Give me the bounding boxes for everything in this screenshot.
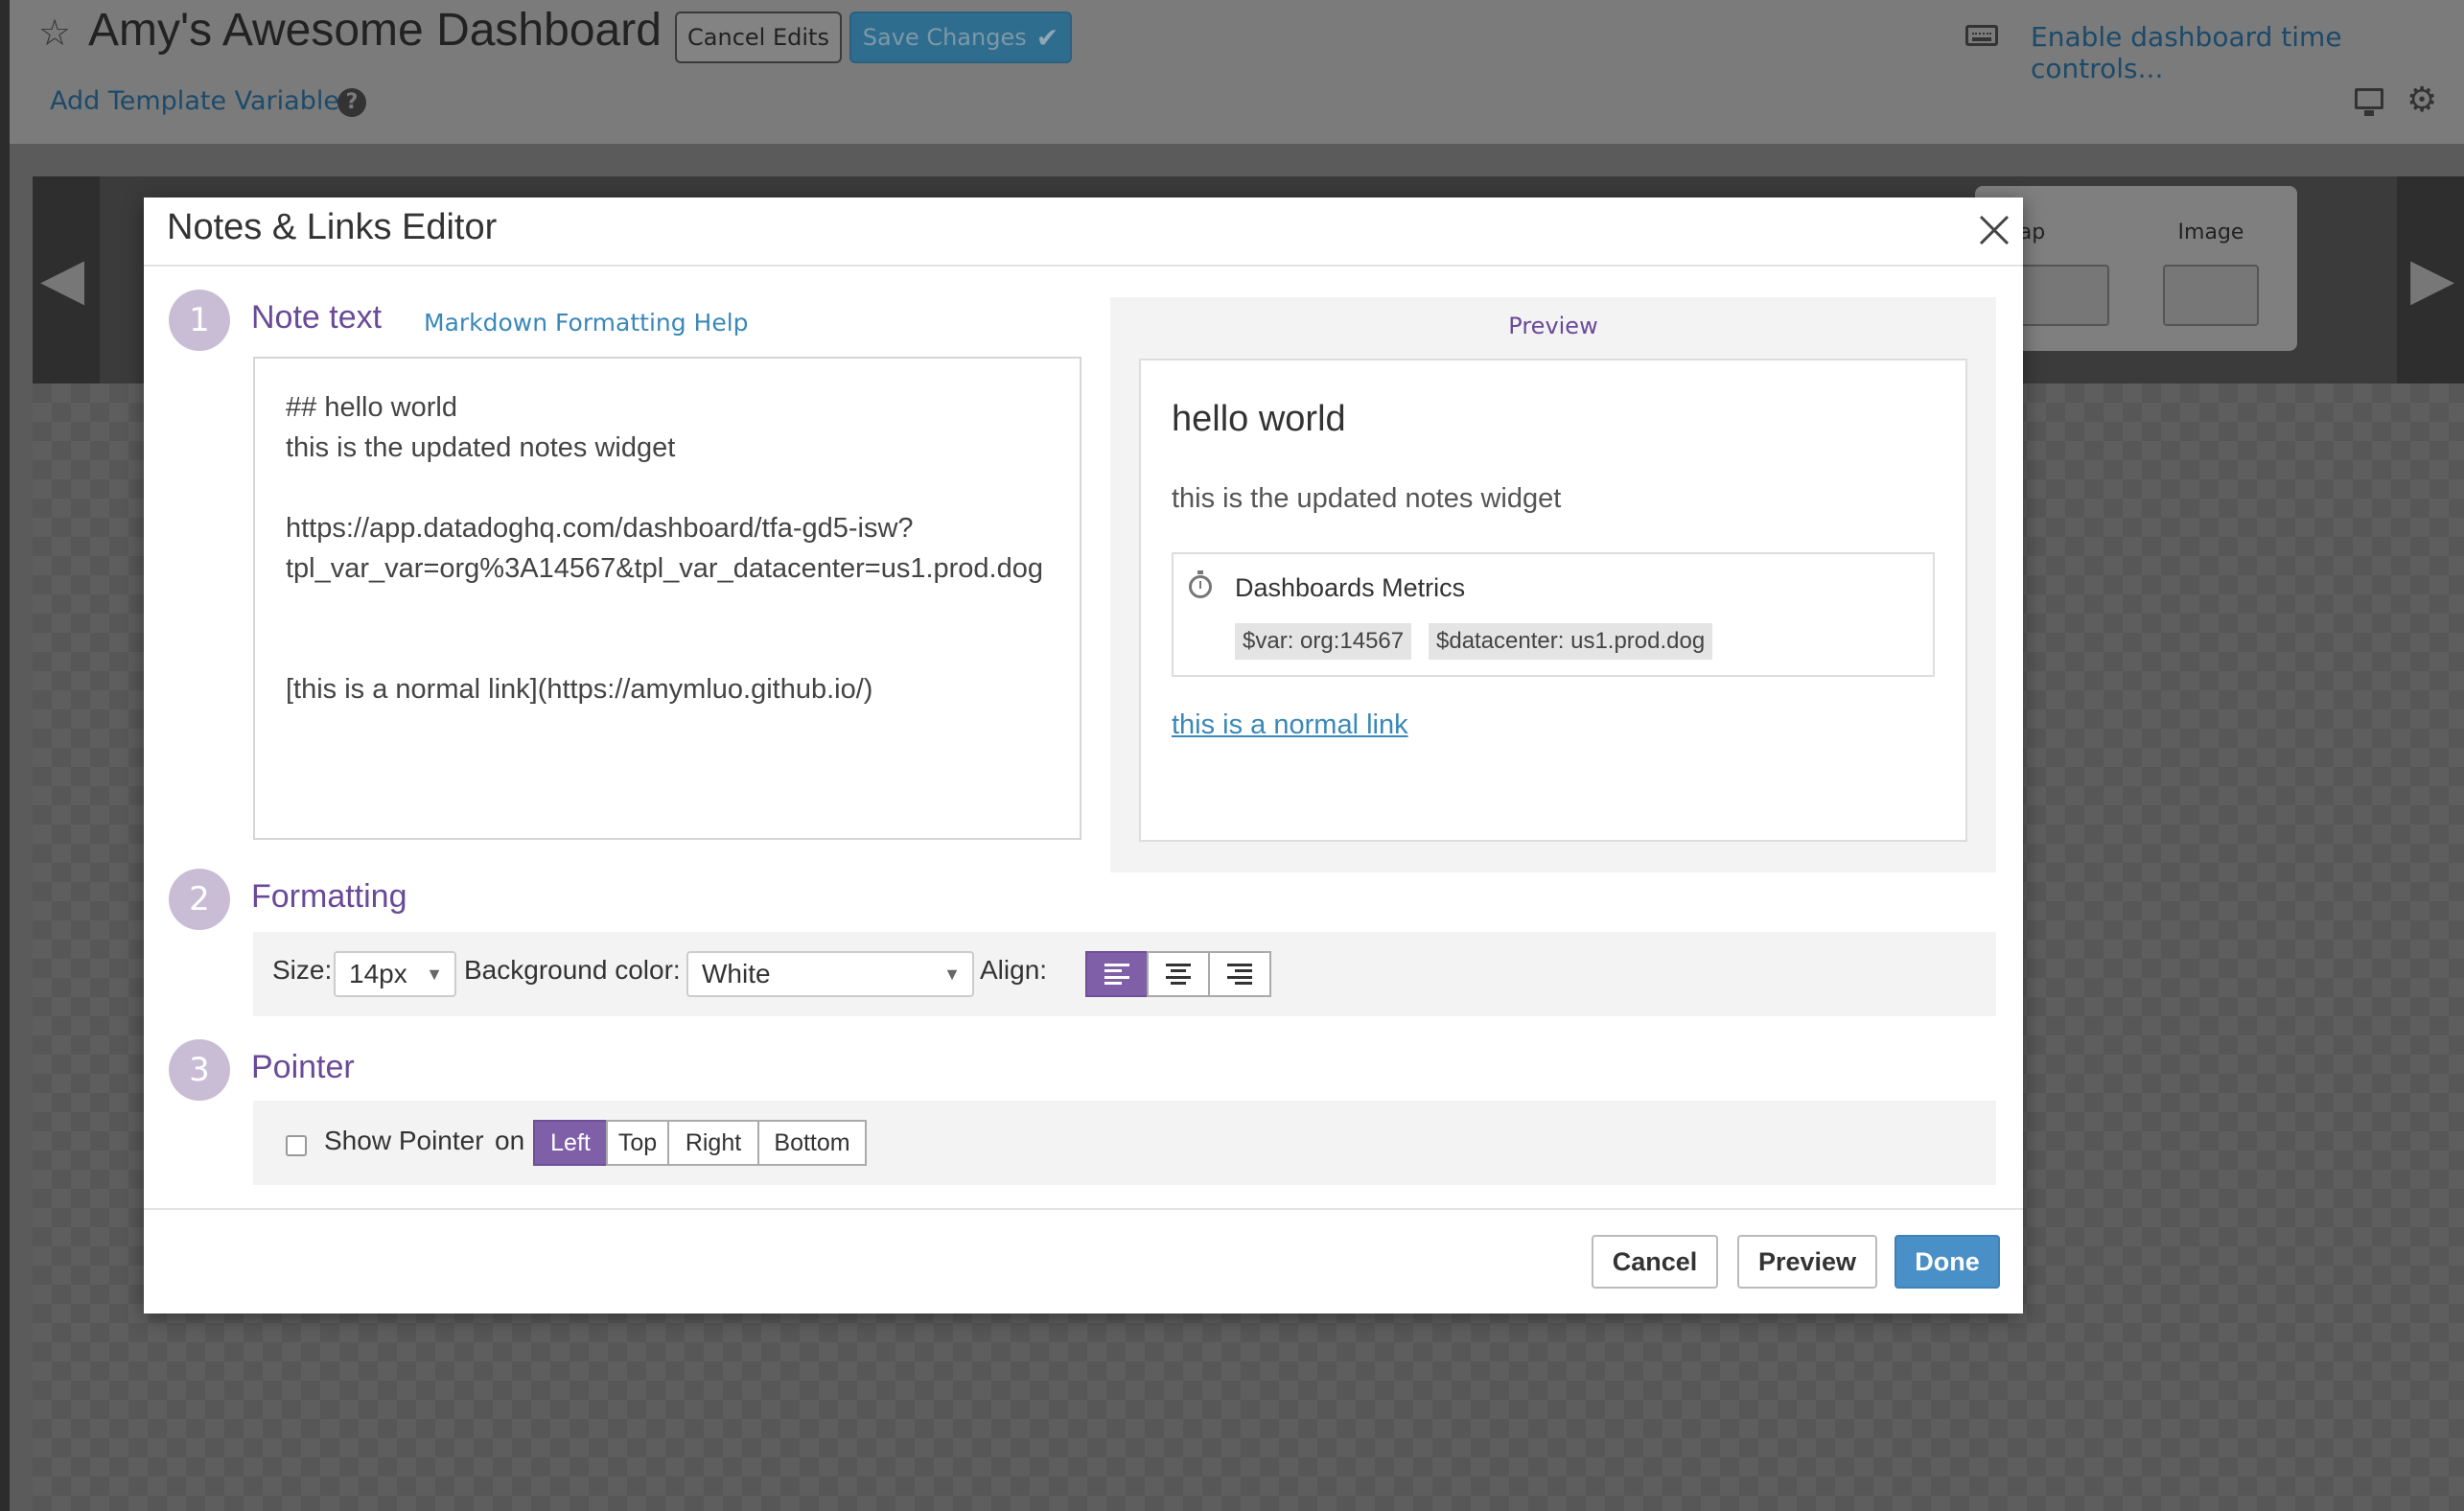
pointer-top-button[interactable]: Top bbox=[606, 1120, 669, 1166]
size-select[interactable]: 14px ▼ bbox=[334, 951, 456, 997]
template-var-tag: $datacenter: us1.prod.dog bbox=[1429, 623, 1713, 660]
align-left-button[interactable] bbox=[1085, 951, 1149, 997]
tray-left-arrow[interactable]: ◀ bbox=[33, 176, 100, 384]
size-value: 14px bbox=[349, 959, 407, 988]
dashboard-link-card[interactable]: Dashboards Metrics $var: org:14567 $data… bbox=[1172, 552, 1935, 677]
left-rail bbox=[0, 0, 10, 1511]
pointer-bar: Show Pointer on Left Top Right Bottom bbox=[253, 1101, 1996, 1185]
background-color-label: Background color: bbox=[464, 955, 681, 985]
chevron-down-icon: ▼ bbox=[426, 965, 443, 984]
chevron-right-icon: ▶ bbox=[2410, 245, 2455, 313]
modal-title: Notes & Links Editor bbox=[167, 207, 498, 247]
background-color-value: White bbox=[702, 959, 771, 988]
done-label: Done bbox=[1915, 1246, 1980, 1276]
step-title-note-text: Note text bbox=[251, 299, 383, 336]
size-label: Size: bbox=[272, 955, 333, 985]
cancel-edits-label: Cancel Edits bbox=[687, 24, 829, 51]
note-text-input[interactable]: ## hello world this is the updated notes… bbox=[253, 357, 1081, 840]
done-button[interactable]: Done bbox=[1894, 1235, 2000, 1289]
align-center-icon bbox=[1166, 964, 1191, 985]
widget-tile-image[interactable]: Image bbox=[2125, 186, 2297, 351]
keyboard-icon[interactable] bbox=[1965, 25, 1998, 46]
save-changes-label: Save Changes bbox=[862, 24, 1027, 51]
add-template-variables-link[interactable]: Add Template Variables bbox=[50, 86, 353, 116]
dashboard-title: Amy's Awesome Dashboard bbox=[88, 5, 662, 56]
check-icon: ✔ bbox=[1035, 21, 1059, 54]
pointer-left-button[interactable]: Left bbox=[533, 1120, 608, 1166]
save-changes-button[interactable]: Save Changes ✔ bbox=[849, 12, 1072, 63]
align-right-button[interactable] bbox=[1208, 951, 1271, 997]
align-right-icon bbox=[1227, 964, 1252, 985]
tile-label: Image bbox=[2177, 221, 2244, 244]
align-center-button[interactable] bbox=[1147, 951, 1210, 997]
chevron-down-icon: ▼ bbox=[943, 965, 961, 984]
gear-icon[interactable]: ⚙ bbox=[2406, 81, 2437, 120]
notes-links-editor-modal: Notes & Links Editor 1 Note text Markdow… bbox=[144, 198, 2023, 1313]
align-left-icon bbox=[1104, 964, 1129, 985]
step-number: 2 bbox=[169, 869, 230, 930]
image-icon bbox=[2163, 265, 2259, 326]
star-icon[interactable]: ☆ bbox=[38, 12, 71, 54]
cancel-edits-button[interactable]: Cancel Edits bbox=[675, 12, 842, 63]
step-title-pointer: Pointer bbox=[251, 1049, 355, 1085]
time-controls-link[interactable]: Enable dashboard time controls... bbox=[2031, 21, 2464, 84]
divider bbox=[144, 1208, 2023, 1210]
pointer-right-button[interactable]: Right bbox=[667, 1120, 759, 1166]
pointer-bottom-label: Bottom bbox=[774, 1128, 850, 1156]
formatting-bar: Size: 14px ▼ Background color: White ▼ Ali… bbox=[253, 932, 1996, 1016]
monitor-icon[interactable] bbox=[2355, 88, 2383, 116]
preview-body: this is the updated notes widget bbox=[1172, 483, 1562, 514]
preview-link[interactable]: this is a normal link bbox=[1172, 709, 1408, 741]
stopwatch-icon bbox=[1189, 570, 1212, 598]
preview-label: Preview bbox=[1508, 313, 1598, 339]
align-label: Align: bbox=[980, 955, 1048, 985]
on-label: on bbox=[495, 1126, 525, 1155]
step-title-formatting: Formatting bbox=[251, 878, 407, 915]
pointer-bottom-button[interactable]: Bottom bbox=[757, 1120, 867, 1166]
chevron-left-icon: ◀ bbox=[40, 245, 85, 313]
help-icon[interactable]: ? bbox=[337, 88, 366, 117]
preview-heading: hello world bbox=[1172, 399, 1346, 439]
show-pointer-label: Show Pointer bbox=[324, 1126, 484, 1155]
step-number: 1 bbox=[169, 290, 230, 351]
background-color-select[interactable]: White ▼ bbox=[686, 951, 974, 997]
preview-label: Preview bbox=[1757, 1246, 1857, 1276]
pointer-left-label: Left bbox=[550, 1128, 591, 1156]
card-title: Dashboards Metrics bbox=[1235, 573, 1466, 602]
preview-box: hello world this is the updated notes wi… bbox=[1139, 359, 1967, 842]
pointer-right-label: Right bbox=[685, 1128, 742, 1156]
dashboard-header: ☆ Amy's Awesome Dashboard Cancel Edits S… bbox=[10, 0, 2464, 144]
markdown-help-link[interactable]: Markdown Formatting Help bbox=[424, 309, 749, 337]
cancel-label: Cancel bbox=[1612, 1246, 1698, 1276]
close-icon[interactable] bbox=[1973, 209, 2015, 251]
show-pointer-checkbox[interactable] bbox=[286, 1135, 307, 1156]
hexmap-icon bbox=[2013, 265, 2109, 326]
divider bbox=[144, 265, 2023, 267]
preview-panel: Preview hello world this is the updated … bbox=[1110, 297, 1996, 872]
tray-right-arrow[interactable]: ▶ bbox=[2397, 176, 2464, 384]
preview-button[interactable]: Preview bbox=[1737, 1235, 1877, 1289]
template-var-tag: $var: org:14567 bbox=[1235, 623, 1412, 660]
cancel-button[interactable]: Cancel bbox=[1592, 1235, 1718, 1289]
step-number: 3 bbox=[169, 1039, 230, 1101]
pointer-top-label: Top bbox=[617, 1128, 658, 1156]
